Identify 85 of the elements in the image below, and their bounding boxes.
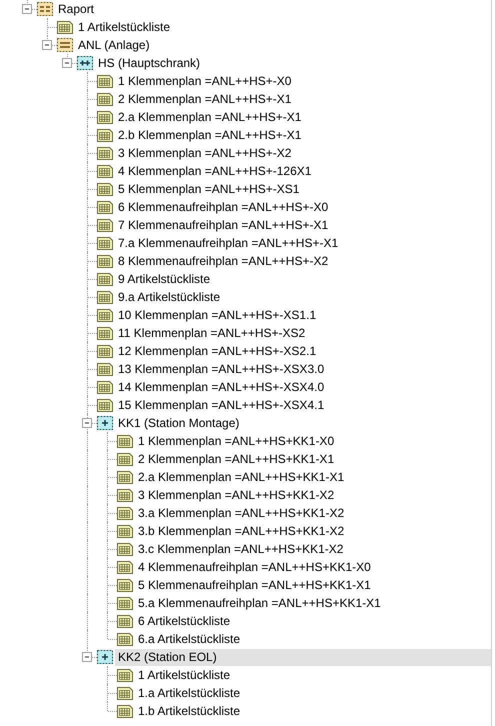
station-icon	[97, 650, 113, 664]
tree-item[interactable]: 14 Klemmenplan =ANL++HS+-XSX4.0	[115, 378, 328, 396]
collapse-icon[interactable]	[22, 4, 33, 15]
tree-item[interactable]: 6 Artikelstückliste	[135, 612, 234, 630]
tree-item[interactable]: 1 Artikelstückliste	[75, 18, 174, 36]
tree-item[interactable]: 7 Klemmenaufreihplan =ANL++HS+-X1	[115, 216, 332, 234]
tree-item[interactable]: 12 Klemmenplan =ANL++HS+-XS2.1	[115, 342, 320, 360]
tree-item[interactable]: 13 Klemmenplan =ANL++HS+-XSX3.0	[115, 360, 328, 378]
sheet-icon	[117, 524, 133, 538]
sheet-icon	[97, 290, 113, 304]
tree-item[interactable]: 4 Klemmenplan =ANL++HS+-126X1	[115, 162, 314, 180]
sheet-icon	[97, 308, 113, 322]
sheet-icon	[97, 182, 113, 196]
sheet-icon	[97, 326, 113, 340]
sheet-icon	[117, 686, 133, 700]
sheet-icon	[117, 614, 133, 628]
tree-item[interactable]: KK1 (Station Montage)	[115, 414, 242, 432]
tree-item[interactable]: 9 Artikelstückliste	[115, 270, 214, 288]
sheet-icon	[117, 560, 133, 574]
tree-item[interactable]: 7.a Klemmenaufreihplan =ANL++HS+-X1	[115, 234, 342, 252]
tree-item[interactable]: KK2 (Station EOL)	[115, 648, 491, 666]
sheet-icon	[117, 596, 133, 610]
sheet-icon	[57, 20, 73, 34]
sheet-icon	[97, 92, 113, 106]
tree-item[interactable]: 2.a Klemmenplan =ANL++HS+KK1-X1	[135, 468, 348, 486]
tree-item[interactable]: 1.b Artikelstückliste	[135, 702, 244, 720]
tree-item[interactable]: 1 Klemmenplan =ANL++HS+KK1-X0	[135, 432, 338, 450]
sheet-icon	[97, 344, 113, 358]
tree-item[interactable]: HS (Hauptschrank)	[95, 54, 204, 72]
sheet-icon	[117, 488, 133, 502]
tree-item[interactable]: 15 Klemmenplan =ANL++HS+-XSX4.1	[115, 396, 328, 414]
tree-item[interactable]: 6.a Artikelstückliste	[135, 630, 244, 648]
sheet-icon	[97, 398, 113, 412]
sheet-icon	[97, 74, 113, 88]
sheet-icon	[117, 434, 133, 448]
sheet-icon	[97, 254, 113, 268]
collapse-icon[interactable]	[82, 652, 93, 663]
tree-item[interactable]: 3.b Klemmenplan =ANL++HS+KK1-X2	[135, 522, 348, 540]
tree-item[interactable]: 3.a Klemmenplan =ANL++HS+KK1-X2	[135, 504, 348, 522]
sheet-icon	[97, 218, 113, 232]
tree-item[interactable]: 5 Klemmenplan =ANL++HS+-XS1	[115, 180, 302, 198]
collapse-icon[interactable]	[42, 40, 53, 51]
sheet-icon	[117, 632, 133, 646]
sheet-icon	[97, 362, 113, 376]
tree-item[interactable]: 6 Klemmenaufreihplan =ANL++HS+-X0	[115, 198, 332, 216]
tree-item[interactable]: 4 Klemmenaufreihplan =ANL++HS+KK1-X0	[135, 558, 374, 576]
tree-item[interactable]: 3 Klemmenplan =ANL++HS+KK1-X2	[135, 486, 338, 504]
tree-item[interactable]: 9.a Artikelstückliste	[115, 288, 224, 306]
sheet-icon	[97, 146, 113, 160]
collapse-icon[interactable]	[82, 418, 93, 429]
sheet-icon	[117, 452, 133, 466]
group-icon	[57, 38, 73, 52]
tree-item[interactable]: 2.a Klemmenplan =ANL++HS+-X1	[115, 108, 304, 126]
tree-item[interactable]: 2.b Klemmenplan =ANL++HS+-X1	[115, 126, 304, 144]
sheet-icon	[97, 200, 113, 214]
tree-item[interactable]: ANL (Anlage)	[75, 36, 153, 54]
report-icon	[37, 2, 53, 16]
tree-item[interactable]: 5.a Klemmenaufreihplan =ANL++HS+KK1-X1	[135, 594, 384, 612]
tree-item[interactable]: 3 Klemmenplan =ANL++HS+-X2	[115, 144, 294, 162]
tree-item[interactable]: 8 Klemmenaufreihplan =ANL++HS+-X2	[115, 252, 332, 270]
tree-item[interactable]: 2 Klemmenplan =ANL++HS+KK1-X1	[135, 450, 338, 468]
tree-item[interactable]: 5 Klemmenaufreihplan =ANL++HS+KK1-X1	[135, 576, 374, 594]
sheet-icon	[117, 506, 133, 520]
tree-item[interactable]: Raport	[55, 0, 98, 18]
collapse-icon[interactable]	[62, 58, 73, 69]
sheet-icon	[97, 272, 113, 286]
sheet-icon	[117, 542, 133, 556]
sheet-icon	[97, 236, 113, 250]
tree-item[interactable]: 1 Artikelstückliste	[135, 666, 234, 684]
sheet-icon	[117, 704, 133, 718]
tree-item[interactable]: 11 Klemmenplan =ANL++HS+-XS2	[115, 324, 308, 342]
sheet-icon	[117, 578, 133, 592]
sheet-icon	[97, 128, 113, 142]
tree-item[interactable]: 10 Klemmenplan =ANL++HS+-XS1.1	[115, 306, 320, 324]
sheet-icon	[117, 668, 133, 682]
sheet-icon	[117, 470, 133, 484]
sheet-icon	[97, 380, 113, 394]
tree-item[interactable]: 1 Klemmenplan =ANL++HS+-X0	[115, 72, 294, 90]
tree-item[interactable]: 1.a Artikelstückliste	[135, 684, 244, 702]
tree-item[interactable]: 2 Klemmenplan =ANL++HS+-X1	[115, 90, 294, 108]
sheet-icon	[97, 110, 113, 124]
sheet-icon	[97, 164, 113, 178]
cabinet-icon	[77, 56, 93, 70]
tree-item[interactable]: 3.c Klemmenplan =ANL++HS+KK1-X2	[135, 540, 346, 558]
station-icon	[97, 416, 113, 430]
